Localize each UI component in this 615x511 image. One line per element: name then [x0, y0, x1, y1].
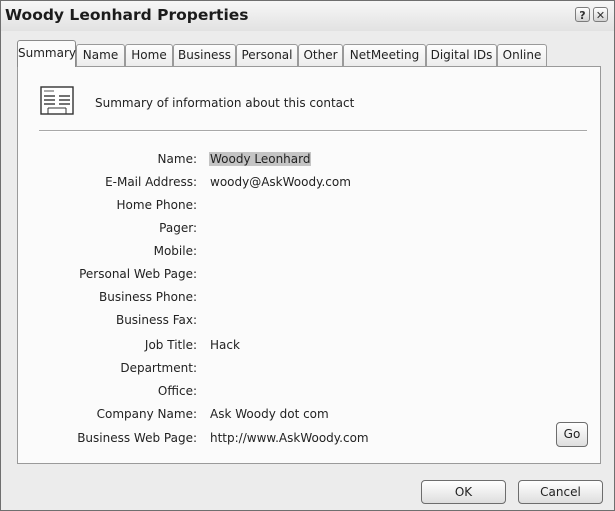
- field-row-job-title: Job Title: Hack: [18, 338, 602, 358]
- tab-name[interactable]: Name: [76, 44, 125, 66]
- field-row-company-name: Company Name: Ask Woody dot com: [18, 407, 602, 427]
- divider: [39, 130, 587, 132]
- field-row-business-web-page: Business Web Page: http://www.AskWoody.c…: [18, 431, 602, 451]
- close-icon: ✕: [595, 9, 606, 22]
- field-label: Business Web Page:: [77, 431, 197, 445]
- field-label: Office:: [157, 384, 197, 398]
- field-label: Department:: [120, 361, 197, 375]
- field-row-personal-web-page: Personal Web Page:: [18, 267, 602, 287]
- tab-other[interactable]: Other: [298, 44, 343, 66]
- field-label: Home Phone:: [116, 198, 197, 212]
- field-row-business-phone: Business Phone:: [18, 290, 602, 310]
- tab-netmeeting[interactable]: NetMeeting: [343, 44, 426, 66]
- field-value-email[interactable]: woody@AskWoody.com: [210, 175, 351, 189]
- tab-summary[interactable]: Summary: [17, 40, 76, 67]
- field-label: Business Fax:: [115, 313, 197, 327]
- field-value-business-web-page[interactable]: http://www.AskWoody.com: [210, 431, 369, 445]
- field-label: E-Mail Address:: [105, 175, 197, 189]
- field-label: Name:: [157, 152, 197, 166]
- help-icon: ?: [579, 9, 586, 22]
- field-row-home-phone: Home Phone:: [18, 198, 602, 218]
- field-row-name: Name: Woody Leonhard: [18, 152, 602, 172]
- tab-home[interactable]: Home: [125, 44, 173, 66]
- field-row-department: Department:: [18, 361, 602, 381]
- field-label: Company Name:: [96, 407, 197, 421]
- summary-panel: Summary of information about this contac…: [17, 66, 601, 464]
- tab-business[interactable]: Business: [173, 44, 236, 66]
- summary-description: Summary of information about this contac…: [95, 96, 355, 110]
- field-label: Mobile:: [153, 244, 197, 258]
- field-row-business-fax: Business Fax:: [18, 313, 602, 333]
- field-row-office: Office:: [18, 384, 602, 404]
- field-row-pager: Pager:: [18, 221, 602, 241]
- field-label: Personal Web Page:: [79, 267, 197, 281]
- cancel-button[interactable]: Cancel: [518, 480, 603, 504]
- field-label: Job Title:: [144, 338, 197, 352]
- field-label: Business Phone:: [99, 290, 197, 304]
- title-bar: Woody Leonhard Properties ? ✕: [1, 1, 614, 31]
- field-row-email: E-Mail Address: woody@AskWoody.com: [18, 175, 602, 195]
- tab-online[interactable]: Online: [497, 44, 547, 66]
- close-button[interactable]: ✕: [593, 7, 608, 22]
- properties-dialog: Woody Leonhard Properties ? ✕ Summary Na…: [0, 0, 615, 511]
- field-value-name[interactable]: Woody Leonhard: [209, 152, 312, 166]
- field-value-job-title[interactable]: Hack: [210, 338, 240, 352]
- field-value-company-name[interactable]: Ask Woody dot com: [210, 407, 329, 421]
- field-label: Pager:: [159, 221, 197, 235]
- go-button[interactable]: Go: [556, 422, 588, 447]
- field-row-mobile: Mobile:: [18, 244, 602, 264]
- dialog-title: Woody Leonhard Properties: [5, 6, 249, 24]
- tab-digital-ids[interactable]: Digital IDs: [426, 44, 497, 66]
- ok-button[interactable]: OK: [421, 480, 506, 504]
- tab-personal[interactable]: Personal: [236, 44, 298, 66]
- contact-card-icon: [40, 86, 74, 115]
- help-button[interactable]: ?: [575, 7, 590, 22]
